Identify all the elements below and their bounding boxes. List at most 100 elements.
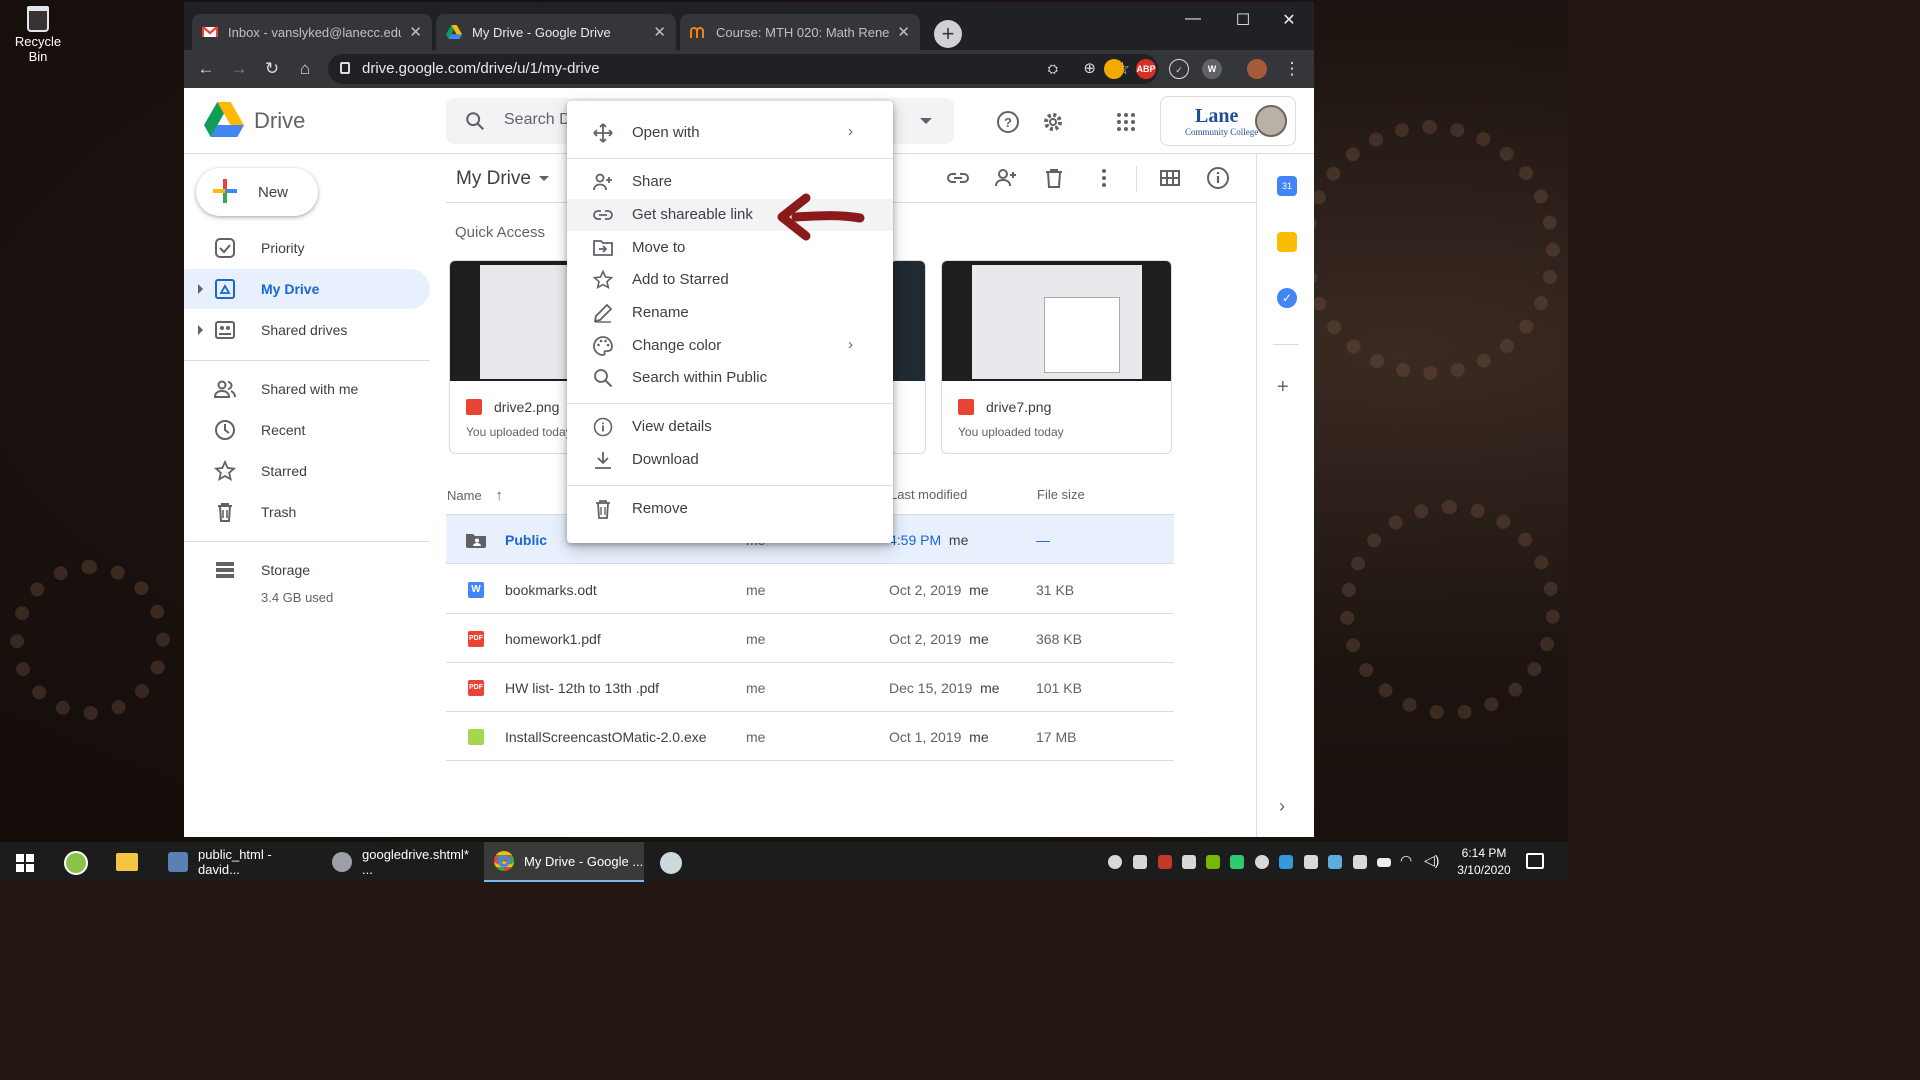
adblock-icon[interactable]: ABP [1136,59,1156,79]
rename-icon [593,303,613,323]
taskbar-item-editor[interactable]: googledrive.shtml* ... [322,842,476,882]
tab-close-icon[interactable]: ✕ [897,23,910,41]
tab-close-icon[interactable]: ✕ [653,23,666,41]
security-tray-icon[interactable] [1133,855,1147,869]
translate-icon[interactable]: ⛭ [1048,54,1058,84]
menu-item-download[interactable]: Download [567,444,893,476]
extension-icon[interactable]: ✓ [1169,59,1189,79]
menu-item-rename[interactable]: Rename [567,297,893,329]
tray-icon[interactable] [1158,855,1172,869]
quick-access-card[interactable]: drive7.png You uploaded today [941,260,1172,454]
nvidia-tray-icon[interactable] [1206,855,1220,869]
menu-item-label: Open with [632,124,700,141]
menu-item-search-within[interactable]: Search within Public [567,362,893,394]
table-row[interactable]: PDF HW list- 12th to 13th .pdf me Dec 15… [446,663,1174,712]
grid-view-icon[interactable] [1158,166,1182,190]
paint-app-icon[interactable] [660,852,682,874]
apps-grid-icon[interactable] [1114,110,1138,134]
expand-caret-icon[interactable] [198,284,203,294]
home-icon[interactable]: ⌂ [293,59,317,79]
sidebar-item-priority[interactable]: Priority [184,228,430,268]
tray-icon[interactable] [1328,855,1342,869]
zoom-icon[interactable]: ⊕ [1083,54,1096,84]
calendar-icon[interactable]: 31 [1277,176,1297,196]
notifications-icon[interactable] [1526,853,1544,869]
sidebar-item-trash[interactable]: Trash [184,492,430,532]
column-header-size[interactable]: File size [1037,487,1085,502]
table-row[interactable]: InstallScreencastOMatic-2.0.exe me Oct 1… [446,712,1174,761]
tasks-icon[interactable]: ✓ [1277,288,1297,308]
file-name: InstallScreencastOMatic-2.0.exe [505,729,707,745]
new-tab-button[interactable]: + [934,20,962,48]
file-explorer-icon[interactable] [116,853,138,871]
column-header-modified[interactable]: Last modified [890,487,967,502]
address-bar[interactable]: drive.google.com/drive/u/1/my-drive ⊕ ☆ … [328,54,1158,84]
app-icon[interactable] [64,851,88,875]
sidebar-item-starred[interactable]: Starred [184,451,430,491]
tray-icon[interactable] [1279,855,1293,869]
wifi-icon[interactable]: ◠ [1400,852,1412,869]
info-icon[interactable] [1206,166,1230,190]
delete-icon[interactable] [1042,166,1066,190]
maximize-button[interactable]: ☐ [1220,10,1266,30]
expand-panel-icon[interactable]: › [1279,796,1285,817]
browser-menu-icon[interactable]: ⋮ [1280,59,1304,79]
sidebar-item-shared-drives[interactable]: Shared drives [184,310,430,350]
system-clock[interactable]: 6:14 PM 3/10/2020 [1446,845,1522,879]
menu-item-view-details[interactable]: View details [567,411,893,443]
sidebar-item-recent[interactable]: Recent [184,410,430,450]
tray-icon[interactable] [1108,855,1122,869]
minimize-button[interactable]: — [1170,10,1216,28]
new-button[interactable]: New [196,168,318,216]
back-arrow-icon[interactable]: ← [194,59,218,79]
column-header-name[interactable]: Name ↑ [447,487,503,504]
taskbar-item-chrome[interactable]: My Drive - Google ... [484,842,644,882]
tray-icon[interactable] [1304,855,1318,869]
menu-item-remove[interactable]: Remove [567,493,893,525]
extension-icon[interactable] [1104,59,1124,79]
sort-arrow-up-icon[interactable]: ↑ [495,487,503,504]
tab-my-drive[interactable]: My Drive - Google Drive ✕ [436,14,676,50]
help-icon[interactable]: ? [996,110,1020,134]
file-modified: Oct 1, 2019 me [889,729,989,745]
recycle-bin-shortcut[interactable]: Recycle Bin [4,4,72,64]
keep-icon[interactable] [1277,232,1297,252]
tab-course[interactable]: Course: MTH 020: Math Renewal ✕ [680,14,920,50]
search-options-icon[interactable] [920,118,932,124]
account-switcher[interactable]: Lane Community College [1160,96,1296,146]
profile-avatar[interactable] [1247,59,1267,79]
share-person-icon[interactable] [994,166,1018,190]
tray-icon[interactable] [1182,855,1196,869]
forward-arrow-icon[interactable]: → [227,59,251,79]
menu-item-open-with[interactable]: Open with › [567,117,893,149]
chevron-down-icon[interactable] [539,176,549,181]
table-row[interactable]: W bookmarks.odt me Oct 2, 2019 me 31 KB [446,565,1174,614]
tab-close-icon[interactable]: ✕ [409,23,422,41]
taskbar-item-public-html[interactable]: public_html - david... [158,842,312,882]
add-addon-icon[interactable]: + [1277,376,1289,399]
menu-item-add-to-starred[interactable]: Add to Starred [567,264,893,296]
quick-access-card-partial[interactable] [890,260,926,454]
priority-icon [215,238,235,258]
quick-access-title: Quick Access [455,224,546,241]
settings-gear-icon[interactable] [1041,110,1065,134]
table-row[interactable]: PDF homework1.pdf me Oct 2, 2019 me 368 … [446,614,1174,663]
wordpress-icon[interactable]: W [1202,59,1222,79]
battery-icon[interactable] [1377,858,1391,867]
sidebar-item-storage[interactable]: Storage [184,550,430,590]
menu-item-change-color[interactable]: Change color › [567,330,893,362]
volume-icon[interactable]: ◁) [1424,852,1439,869]
tray-icon[interactable] [1230,855,1244,869]
close-window-button[interactable]: ✕ [1266,10,1312,30]
more-options-icon[interactable] [1092,166,1116,190]
get-link-icon[interactable] [946,166,970,190]
reload-icon[interactable]: ↻ [260,59,284,79]
tab-inbox[interactable]: Inbox - vanslyked@lanecc.edu - I ✕ [192,14,432,50]
tray-icon[interactable] [1353,855,1367,869]
sidebar-item-my-drive[interactable]: My Drive [184,269,430,309]
windows-start-icon[interactable] [16,854,34,872]
tray-icon[interactable] [1255,855,1269,869]
sidebar-item-shared-with-me[interactable]: Shared with me [184,369,430,409]
breadcrumb-my-drive[interactable]: My Drive [456,168,531,190]
expand-caret-icon[interactable] [198,325,203,335]
